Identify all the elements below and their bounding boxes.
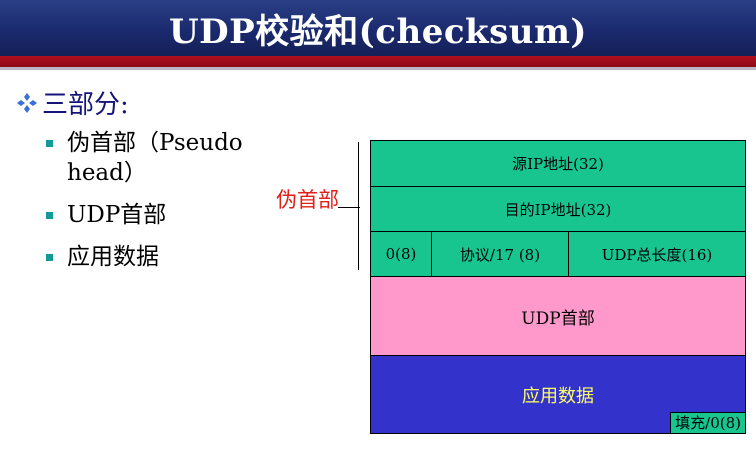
page-title: UDP校验和(checksum) [168,11,588,52]
udp-header-label: UDP首部 [521,308,595,329]
list-item: 应用数据 [46,242,276,272]
protocol-field-label: 协议/17 (8) [459,245,541,264]
zero-field-label: 0(8) [385,245,417,263]
pseudo-header-bracket-tick [338,207,360,208]
protocol-field: 协议/17 (8) [432,232,569,276]
square-bullet-icon [46,140,53,147]
udp-length-field-label: UDP总长度(16) [601,245,713,264]
bullet-text-line: 伪首部（Pseudo [67,130,243,156]
app-data-label: 应用数据 [522,385,594,407]
section-heading-text: 三部分: [42,90,129,120]
list-item: 伪首部（Pseudo head） [46,128,276,188]
square-bullet-icon [46,212,53,219]
dest-ip-row: 目的IP地址(32) [370,186,746,231]
pseudo-header-label: 伪首部 [276,188,339,212]
source-ip-row: 源IP地址(32) [370,140,746,186]
padding-field: 填充/0(8) [670,412,745,433]
section-heading: 三部分: [14,84,129,121]
udp-length-field: UDP总长度(16) [569,232,745,276]
list-item: UDP首部 [46,200,276,230]
title-underline-red [0,56,756,67]
pseudo-header-bracket [358,142,369,270]
udp-checksum-diagram: 源IP地址(32) 目的IP地址(32) 0(8) 协议/17 (8) UDP总… [370,140,746,434]
bullet-text-line: head） [67,160,147,186]
bullet-list: 伪首部（Pseudo head） UDP首部 应用数据 [46,128,276,284]
udp-header-row: UDP首部 [370,276,746,355]
zero-field: 0(8) [371,232,432,276]
source-ip-label: 源IP地址(32) [512,155,604,173]
bullet-text: 伪首部（Pseudo head） [67,128,243,188]
dest-ip-label: 目的IP地址(32) [504,200,612,219]
bullet-text: UDP首部 [67,202,167,228]
pseudo-fields-row: 0(8) 协议/17 (8) UDP总长度(16) [370,231,746,276]
title-bar: UDP校验和(checksum) [0,0,756,56]
app-data-row: 应用数据 填充/0(8) [370,355,746,434]
title-underline-gray [0,67,756,70]
square-bullet-icon [46,254,53,261]
diamond-bullet-icon [14,90,40,116]
bullet-text: 应用数据 [67,244,159,270]
